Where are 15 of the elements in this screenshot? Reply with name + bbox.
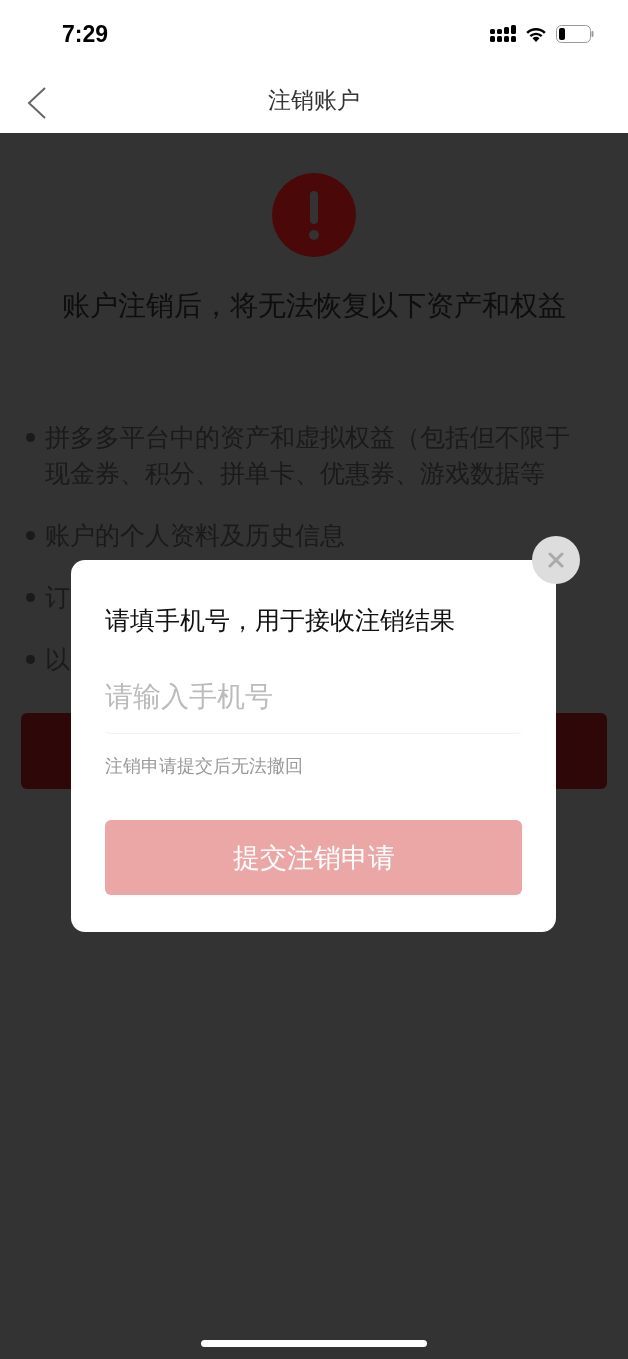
bullet-icon <box>26 433 35 442</box>
back-icon[interactable] <box>26 86 48 120</box>
warning-icon <box>272 173 356 257</box>
bullet-icon <box>26 593 35 602</box>
dialog-hint: 注销申请提交后无法撤回 <box>105 755 304 778</box>
dialog-title: 请填手机号，用于接收注销结果 <box>105 605 456 636</box>
close-button[interactable] <box>532 536 580 584</box>
page-title: 注销账户 <box>268 86 360 115</box>
battery-icon <box>556 25 594 43</box>
bullet-icon <box>26 655 35 664</box>
signal-icon <box>490 25 516 43</box>
status-time: 7:29 <box>62 20 109 48</box>
wifi-icon <box>524 25 548 43</box>
close-icon <box>548 552 564 568</box>
bullet-icon <box>26 531 35 540</box>
